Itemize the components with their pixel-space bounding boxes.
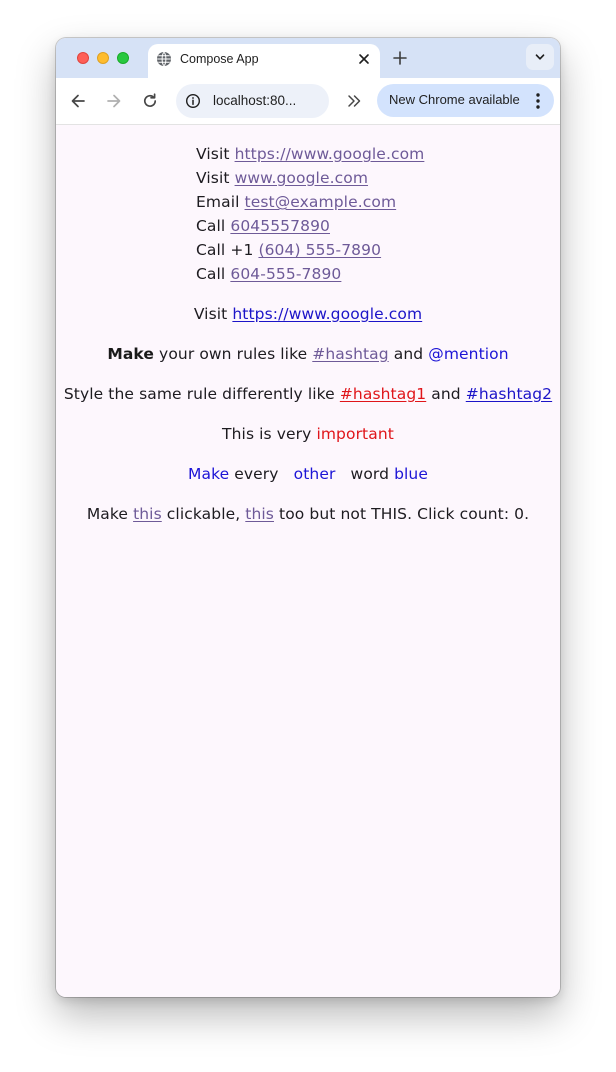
reload-icon[interactable] xyxy=(140,91,160,111)
browser-toolbar: localhost:80... New Chrome available xyxy=(56,78,560,125)
chevron-down-icon xyxy=(535,54,545,60)
url-link[interactable]: https://www.google.com xyxy=(235,145,425,163)
update-chrome-button[interactable]: New Chrome available xyxy=(377,84,554,117)
list-item: Email test@example.com xyxy=(196,193,397,211)
browser-window: Compose App localhost:80... New Chrome a… xyxy=(56,38,560,997)
autolink-block: Visit https://www.google.com Visit www.g… xyxy=(196,142,424,286)
plus-icon[interactable] xyxy=(390,48,410,68)
tab-title: Compose App xyxy=(180,52,259,66)
list-item: Visit https://www.google.com xyxy=(196,145,425,163)
blue-word-line: Make every other word blue xyxy=(188,465,428,483)
arrow-left-icon[interactable] xyxy=(68,91,88,111)
tab-search-button[interactable] xyxy=(526,44,554,70)
phone-link[interactable]: (604) 555-7890 xyxy=(258,241,381,259)
list-item: Visit www.google.com xyxy=(196,169,369,187)
style-line: Style the same rule differently like #ha… xyxy=(63,385,553,403)
hashtag-line: Make your own rules like #hashtag and @m… xyxy=(107,345,509,363)
close-icon[interactable] xyxy=(356,51,372,67)
url-link[interactable]: https://www.google.com xyxy=(232,305,422,323)
info-icon[interactable] xyxy=(185,93,201,109)
important-line: This is very important xyxy=(222,425,394,443)
visit-line: Visit https://www.google.com xyxy=(193,305,423,323)
address-bar[interactable]: localhost:80... xyxy=(176,84,329,118)
arrow-right-icon[interactable] xyxy=(104,91,124,111)
clickable-line: Make this clickable, this too but not TH… xyxy=(86,505,530,523)
hashtag-link[interactable]: #hashtag xyxy=(312,345,388,363)
page-content: Visit https://www.google.com Visit www.g… xyxy=(56,125,560,997)
hashtag2-link[interactable]: #hashtag2 xyxy=(466,385,552,403)
list-item: Call +1 (604) 555-7890 xyxy=(196,241,382,259)
important-word: important xyxy=(316,425,394,443)
close-window-button[interactable] xyxy=(77,52,89,64)
globe-icon xyxy=(157,51,171,67)
tab-strip: Compose App xyxy=(56,38,560,78)
mention-link[interactable]: @mention xyxy=(428,345,508,363)
phone-link[interactable]: 6045557890 xyxy=(230,217,330,235)
email-link[interactable]: test@example.com xyxy=(245,193,397,211)
this-link[interactable]: this xyxy=(245,505,274,523)
url-link[interactable]: www.google.com xyxy=(235,169,368,187)
list-item: Call 6045557890 xyxy=(196,217,330,235)
hashtag1-link[interactable]: #hashtag1 xyxy=(340,385,426,403)
update-label: New Chrome available xyxy=(389,92,520,107)
minimize-window-button[interactable] xyxy=(97,52,109,64)
double-chevron-right-icon[interactable] xyxy=(344,91,364,111)
list-item: Call 604-555-7890 xyxy=(196,265,342,283)
this-link[interactable]: this xyxy=(133,505,162,523)
url-text[interactable]: localhost:80... xyxy=(213,93,296,109)
phone-link[interactable]: 604-555-7890 xyxy=(230,265,341,283)
tab-compose-app[interactable]: Compose App xyxy=(148,44,380,78)
more-vert-icon[interactable] xyxy=(535,92,541,110)
zoom-window-button[interactable] xyxy=(117,52,129,64)
click-count-text: too but not THIS. Click count: 0. xyxy=(273,505,530,523)
